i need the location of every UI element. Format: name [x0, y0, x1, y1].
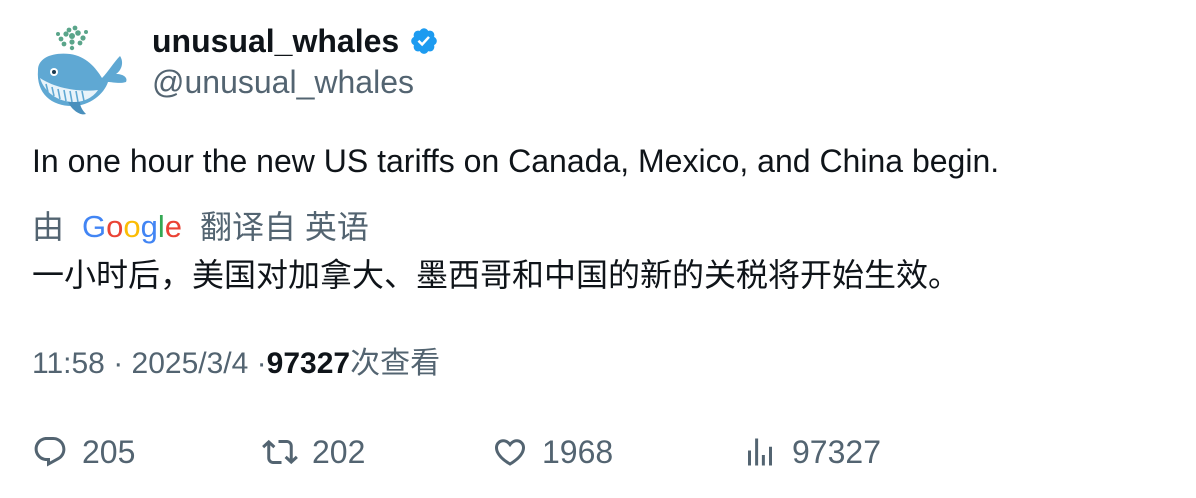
tweet-date[interactable]: 2025/3/4 [132, 347, 249, 380]
heart-icon [494, 439, 526, 466]
meta-separator: · [113, 347, 124, 380]
google-logo: Google [82, 209, 182, 244]
retweet-count: 202 [312, 433, 366, 470]
whale-logo [37, 25, 127, 115]
views-count: 97327 [266, 347, 351, 380]
svg-text:Google: Google [82, 209, 182, 244]
translation-suffix: 翻译自 英语 [200, 209, 369, 245]
reply-icon [34, 437, 66, 467]
display-name[interactable]: unusual_whales [152, 20, 399, 62]
views-button[interactable]: 97327 [742, 428, 881, 476]
avatar[interactable] [28, 22, 132, 126]
meta-separator: · [256, 347, 267, 380]
tweet-text: In one hour the new US tariffs on Canada… [32, 143, 1000, 179]
views-label: 次查看 [350, 347, 441, 380]
translation-prefix: 由 [32, 209, 65, 245]
reply-button[interactable]: 205 [32, 428, 135, 476]
verified-badge-icon [411, 28, 437, 54]
translated-text: 一小时后，美国对加拿大、墨西哥和中国的新的关税将开始生效。 [32, 257, 961, 293]
like-button[interactable]: 1968 [492, 428, 613, 476]
action-bar: 205 202 1968 97327 [0, 428, 1196, 476]
user-handle[interactable]: @unusual_whales [152, 61, 414, 103]
like-count: 1968 [542, 433, 614, 470]
retweet-button[interactable]: 202 [262, 428, 365, 476]
reply-count: 205 [82, 433, 136, 470]
tweet-time[interactable]: 11:58 [32, 347, 105, 380]
views-action-count: 97327 [792, 433, 881, 470]
translation-attribution: 由 Google 翻译自 英语 [32, 205, 369, 249]
retweet-icon [262, 439, 298, 465]
analytics-icon [748, 438, 772, 466]
display-name-row[interactable]: unusual_whales [152, 20, 439, 62]
tweet-meta: 11:58 · 2025/3/4 ·97327次查看 [32, 342, 440, 386]
